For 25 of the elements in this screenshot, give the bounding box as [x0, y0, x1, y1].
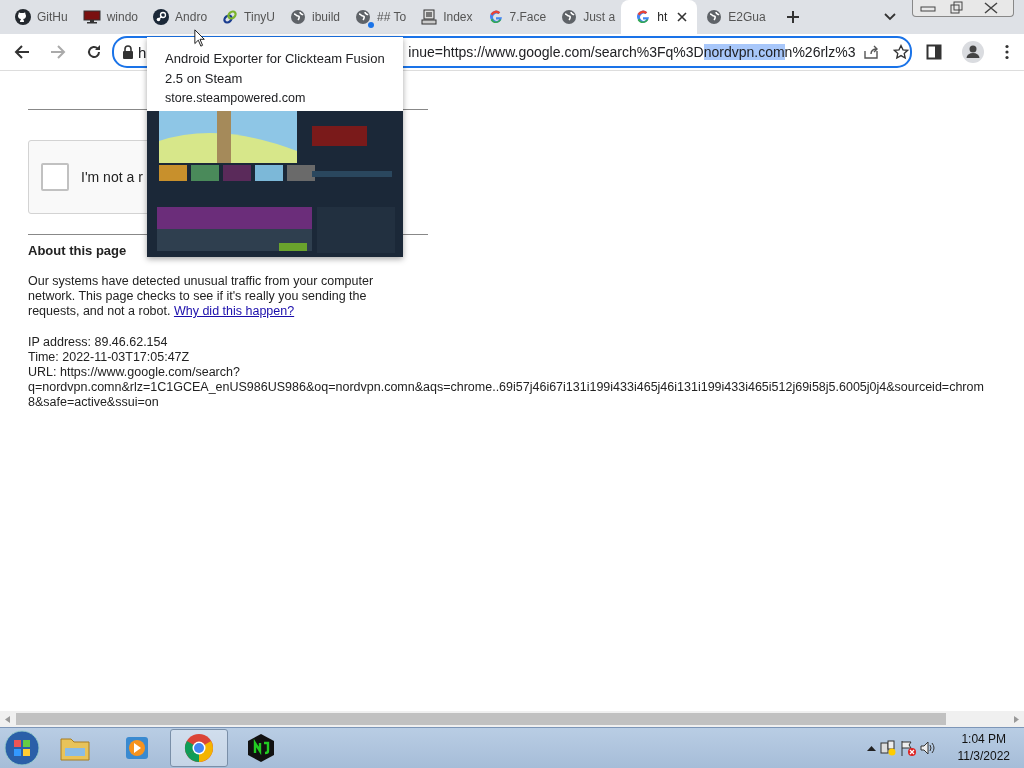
clock-date[interactable]: 11/3/2022 [957, 748, 1010, 765]
browser-tab[interactable]: GitHu [6, 0, 74, 34]
ip-address-text: IP address: 89.46.62.154 [28, 335, 169, 350]
url-line: 8&safe=active&ssui=on [28, 395, 160, 410]
browser-tab[interactable]: Just a [552, 0, 622, 34]
browser-tab[interactable]: ht [621, 0, 698, 34]
browser-tab[interactable]: ## To [346, 0, 413, 34]
url-line: URL: https://www.google.com/search? [28, 365, 241, 380]
tab-domain: store.steampowered.com [164, 90, 307, 107]
section-heading: About this page [28, 243, 128, 258]
browser-tab[interactable]: Index [412, 0, 479, 34]
browser-tab[interactable]: 7.Face [478, 0, 553, 34]
browser-tab[interactable]: Andro [144, 0, 214, 34]
clock-time[interactable]: 1:04 PM [961, 731, 1007, 748]
time-text: Time: 2022-11-03T17:05:47Z [28, 350, 191, 365]
url-text: h [138, 43, 147, 61]
browser-tab[interactable]: ibuild [280, 0, 346, 34]
browser-tab[interactable]: E2Gua [697, 0, 772, 34]
captcha-label: I'm not a r [81, 169, 143, 185]
browser-tab[interactable]: windo [73, 0, 145, 34]
url-text: inue=https://www.google.com/search%3Fq%3Dnordvpn.comn%26rlz%3 [408, 44, 856, 60]
url-line: q=nordvpn.comn&rlz=1C1GCEA_enUS986US986&oq=nordvpn.comn&aqs=chrome..69i57j46i67i131i199i433i465j46i131i199i433i465i512j69i58j5.6005j0j4&sourceid=chrom [28, 380, 985, 395]
browser-tab[interactable]: TinyU [213, 0, 281, 34]
explanation-paragraph: Our systems have detected unusual traffic from your computer network. This page checks to see if it's really you sending the requests, and not a robot. Why did this happen? [28, 274, 375, 319]
why-link[interactable]: Why did this happen? [173, 304, 295, 318]
